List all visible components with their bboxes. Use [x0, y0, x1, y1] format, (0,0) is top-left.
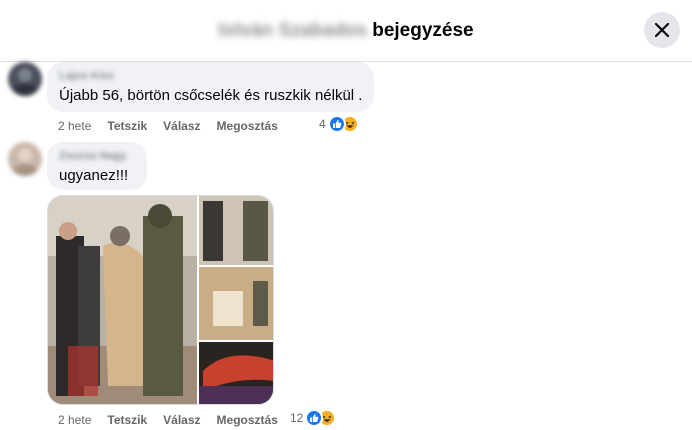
avatar[interactable]	[8, 142, 42, 176]
like-reaction-icon	[327, 115, 346, 133]
collage-image	[48, 196, 273, 404]
comment-actions: 2 hete Tetszik Válasz Megosztás	[58, 413, 294, 427]
reaction-summary[interactable]: 4	[319, 115, 359, 133]
share-button[interactable]: Megosztás	[217, 413, 278, 427]
comment-text: ugyanez!!!	[59, 167, 129, 184]
reaction-summary[interactable]: 12	[290, 409, 337, 427]
comment-bubble: Lajos Kiss Újabb 56, börtön csőcselék és…	[47, 62, 375, 112]
post-dialog-header: István Szabados bejegyzése	[0, 0, 692, 62]
comment-author[interactable]: Zsuzsa Nagy	[59, 150, 135, 163]
close-icon	[655, 23, 669, 37]
like-button[interactable]: Tetszik	[107, 413, 147, 427]
like-button[interactable]: Tetszik	[107, 119, 147, 133]
comment-photo[interactable]	[47, 195, 274, 405]
title-suffix: bejegyzése	[372, 20, 474, 41]
reaction-count: 4	[319, 117, 326, 131]
reply-button[interactable]: Válasz	[163, 119, 200, 133]
comment-text: Újabb 56, börtön csőcselék és ruszkik né…	[59, 87, 363, 104]
share-button[interactable]: Megosztás	[217, 119, 278, 133]
avatar[interactable]	[8, 62, 42, 96]
comment-actions: 2 hete Tetszik Válasz Megosztás	[58, 119, 294, 133]
post-author-name[interactable]: István Szabados	[218, 20, 367, 42]
comment-time[interactable]: 2 hete	[58, 413, 91, 427]
close-button[interactable]	[644, 12, 680, 48]
comment-bubble: Zsuzsa Nagy ugyanez!!!	[47, 142, 147, 190]
reply-button[interactable]: Válasz	[163, 413, 200, 427]
comment-author[interactable]: Lajos Kiss	[59, 70, 362, 83]
comment-time[interactable]: 2 hete	[58, 119, 91, 133]
reaction-count: 12	[290, 411, 304, 425]
dialog-title: István Szabados bejegyzése	[0, 20, 692, 42]
